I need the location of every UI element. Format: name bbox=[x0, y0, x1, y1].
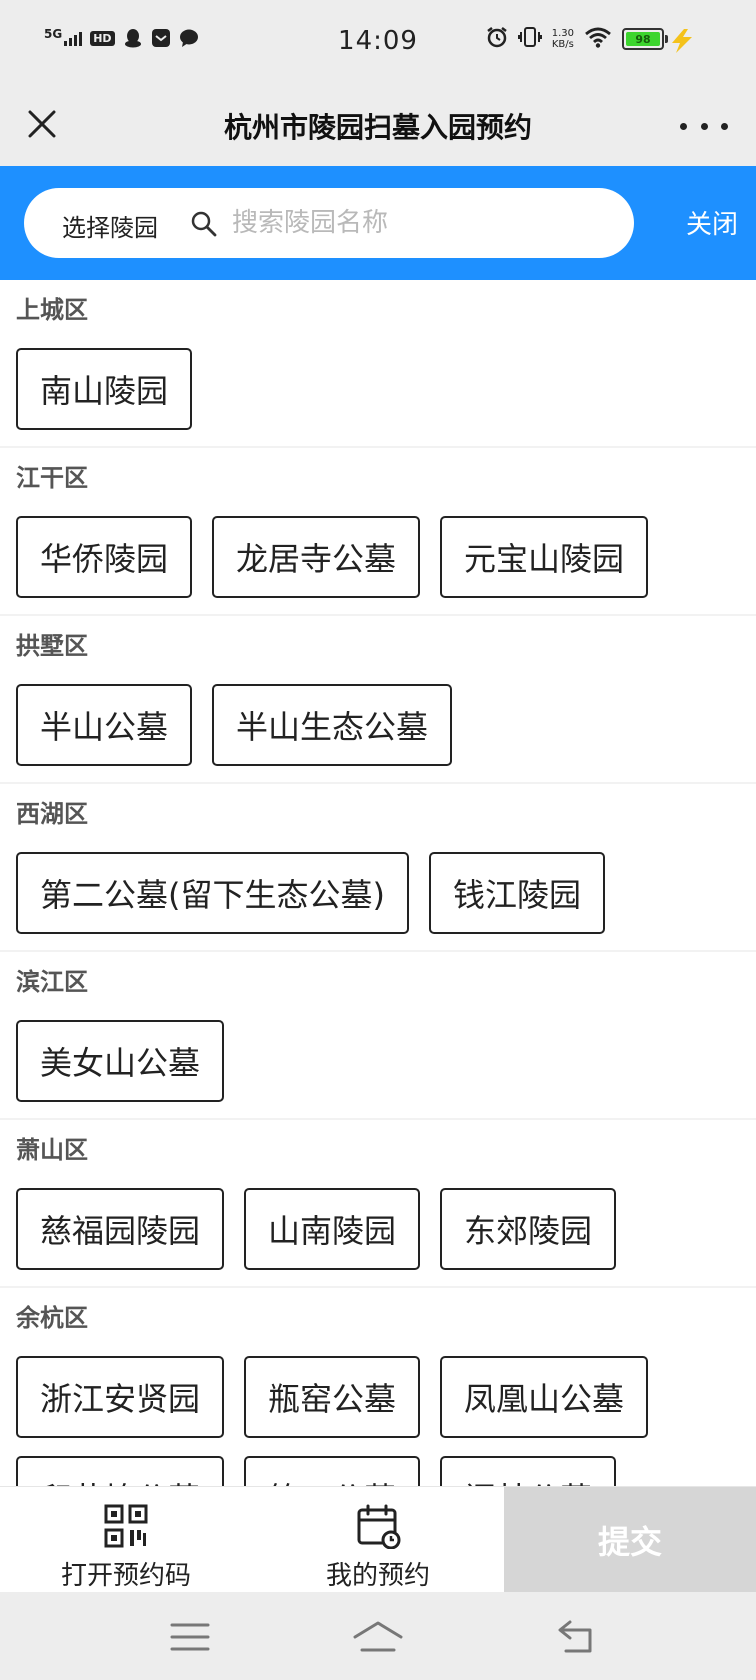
district-section: 拱墅区半山公墓 半山生态公墓 bbox=[0, 616, 756, 784]
search-input[interactable] bbox=[232, 204, 592, 242]
cemetery-option[interactable]: 华侨陵园 bbox=[16, 516, 193, 598]
cemetery-option[interactable]: 第二公墓(留下生态公墓) bbox=[16, 852, 409, 934]
open-booking-code-label: 打开预约码 bbox=[60, 1561, 191, 1591]
cemetery-option[interactable]: 第三公墓 bbox=[244, 1456, 421, 1486]
cemetery-option[interactable]: 山南陵园 bbox=[244, 1188, 421, 1270]
wifi-icon bbox=[584, 26, 612, 52]
back-icon[interactable] bbox=[556, 1620, 596, 1654]
qr-code-icon bbox=[103, 1503, 149, 1549]
district-name: 萧山区 bbox=[16, 1136, 88, 1164]
calendar-icon bbox=[355, 1503, 401, 1550]
cemetery-options: 第二公墓(留下生态公墓) 钱江陵园 bbox=[16, 834, 756, 950]
cemetery-option[interactable]: 慈福园陵园 bbox=[16, 1188, 225, 1270]
more-icon[interactable] bbox=[680, 106, 728, 146]
district-section: 西湖区第二公墓(留下生态公墓) 钱江陵园 bbox=[0, 784, 756, 952]
bottom-action-bar: 打开预约码 我的预约 提交 bbox=[0, 1486, 756, 1593]
cemetery-options: 南山陵园 bbox=[16, 330, 756, 446]
district-section: 余杭区浙江安贤园瓶窑公墓凤凰山公墓印花坞公墓第三公墓闲林公墓 bbox=[0, 1288, 756, 1486]
cemetery-option[interactable]: 浙江安贤园 bbox=[16, 1356, 225, 1438]
charging-icon bbox=[668, 28, 696, 58]
cemetery-options: 慈福园陵园 山南陵园 东郊陵园 bbox=[16, 1170, 756, 1286]
status-right: 1.30 KB/s 98 bbox=[486, 26, 668, 52]
select-cemetery-label[interactable]: 选择陵园 bbox=[62, 208, 158, 243]
my-booking-button[interactable]: 我的预约 bbox=[318, 1487, 438, 1593]
cemetery-option[interactable]: 美女山公墓 bbox=[16, 1020, 225, 1102]
district-section: 江干区华侨陵园 龙居寺公墓 元宝山陵园 bbox=[0, 448, 756, 616]
district-section: 萧山区慈福园陵园 山南陵园 东郊陵园 bbox=[0, 1120, 756, 1288]
district-name: 滨江区 bbox=[16, 968, 88, 996]
district-section: 滨江区 美女山公墓 bbox=[0, 952, 756, 1120]
search-icon bbox=[190, 210, 218, 238]
home-icon[interactable] bbox=[352, 1620, 404, 1654]
search-close-button[interactable]: 关闭 bbox=[686, 204, 738, 241]
page-title: 杭州市陵园扫墓入园预约 bbox=[223, 111, 532, 144]
battery-indicator: 98 bbox=[622, 28, 668, 50]
search-bar: 选择陵园 关闭 bbox=[0, 166, 756, 280]
network-speed: 1.30 KB/s bbox=[552, 28, 574, 50]
district-name: 西湖区 bbox=[16, 800, 88, 828]
open-booking-code-button[interactable]: 打开预约码 bbox=[56, 1487, 196, 1593]
district-name: 上城区 bbox=[16, 296, 88, 324]
my-booking-label: 我的预约 bbox=[325, 1561, 430, 1591]
district-section: 上城区 南山陵园 bbox=[0, 280, 756, 448]
cemetery-options: 美女山公墓 bbox=[16, 1002, 756, 1118]
cemetery-option[interactable]: 东郊陵园 bbox=[440, 1188, 617, 1270]
cemetery-option[interactable]: 凤凰山公墓 bbox=[440, 1356, 649, 1438]
battery-level: 98 bbox=[626, 32, 660, 46]
cemetery-option[interactable]: 钱江陵园 bbox=[428, 852, 605, 934]
cemetery-option[interactable]: 闲林公墓 bbox=[440, 1456, 617, 1486]
submit-button[interactable]: 提交 bbox=[504, 1487, 756, 1593]
title-bar: 杭州市陵园扫墓入园预约 bbox=[0, 86, 756, 166]
cemetery-option[interactable]: 南山陵园 bbox=[16, 348, 193, 430]
cemetery-option[interactable]: 半山生态公墓 bbox=[212, 684, 453, 766]
cemetery-option[interactable]: 龙居寺公墓 bbox=[212, 516, 421, 598]
district-name: 余杭区 bbox=[16, 1304, 88, 1332]
cemetery-option[interactable]: 元宝山陵园 bbox=[440, 516, 649, 598]
cemetery-list[interactable]: 上城区 南山陵园 江干区 华侨陵园 龙居寺公墓 元宝山陵园 拱墅区 半山公墓 半山生态公墓 西湖区… bbox=[0, 280, 756, 1486]
vibrate-icon bbox=[517, 26, 542, 52]
speed-value: 1.30 bbox=[551, 28, 574, 39]
cemetery-options: 半山公墓 半山生态公墓 bbox=[16, 666, 756, 782]
cemetery-option[interactable]: 半山公墓 bbox=[16, 684, 193, 766]
search-pill: 选择陵园 bbox=[24, 188, 634, 258]
speed-unit: KB/s bbox=[551, 39, 574, 50]
cemetery-option[interactable]: 瓶窑公墓 bbox=[244, 1356, 421, 1438]
cemetery-option[interactable]: 印花坞公墓 bbox=[16, 1456, 225, 1486]
alarm-icon bbox=[486, 26, 508, 52]
cemetery-options: 浙江安贤园瓶窑公墓凤凰山公墓印花坞公墓第三公墓闲林公墓 bbox=[16, 1338, 756, 1486]
menu-icon[interactable] bbox=[170, 1620, 210, 1654]
status-bar: 5G HD 14:09 1.30 KB/s 98 bbox=[0, 0, 756, 86]
district-name: 江干区 bbox=[16, 464, 88, 492]
district-name: 拱墅区 bbox=[16, 632, 88, 660]
system-nav-bar bbox=[0, 1592, 756, 1680]
cemetery-options: 华侨陵园 龙居寺公墓 元宝山陵园 bbox=[16, 498, 756, 614]
